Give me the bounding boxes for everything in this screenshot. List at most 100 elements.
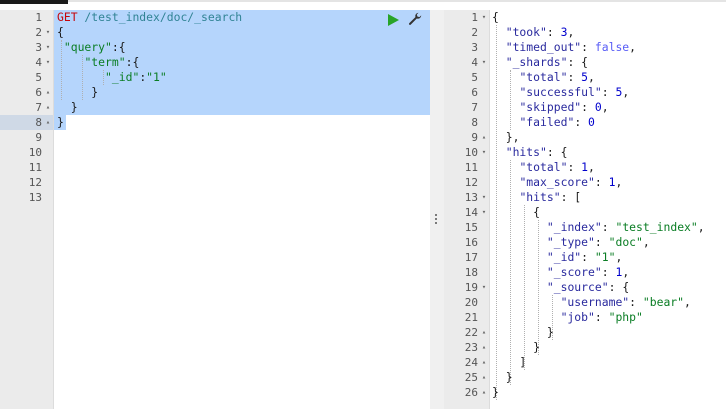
fold-arrow-down-icon[interactable]: ▾ bbox=[480, 190, 488, 205]
fold-arrow-up-icon[interactable]: ▴ bbox=[44, 115, 52, 130]
response-line[interactable]: 10 ▾ "hits": { bbox=[444, 145, 726, 160]
response-line[interactable]: 1 ▾ { bbox=[444, 10, 726, 25]
fold-arrow-down-icon[interactable]: ▾ bbox=[480, 55, 488, 70]
line-number: 5 bbox=[35, 71, 42, 84]
line-number: 12 bbox=[28, 176, 42, 189]
code-text: } bbox=[492, 370, 513, 384]
response-line[interactable]: 17 "_id": "1", bbox=[444, 250, 726, 265]
line-number: 13 bbox=[28, 191, 42, 204]
request-code-lines[interactable]: 1 GET /test_index/doc/_search 2 ▾{3 ▾ "query… bbox=[0, 10, 430, 205]
code-text: "_score": 1, bbox=[546, 265, 630, 279]
fold-arrow-up-icon[interactable]: ▴ bbox=[480, 385, 488, 400]
top-tab-strip-rest bbox=[68, 0, 726, 2]
response-line[interactable]: 19 ▾ "_source": { bbox=[444, 280, 726, 295]
request-line[interactable]: 3 ▾ "query":{ bbox=[0, 40, 430, 55]
request-line[interactable]: 4 ▾ "term":{ bbox=[0, 55, 430, 70]
line-number: 16 bbox=[464, 236, 478, 249]
response-line[interactable]: 6 "successful": 5, bbox=[444, 85, 726, 100]
line-number: 19 bbox=[464, 281, 478, 294]
line-number: 17 bbox=[464, 251, 478, 264]
code-text: "_id": "1", bbox=[546, 250, 623, 264]
response-line[interactable]: 7 "skipped": 0, bbox=[444, 100, 726, 115]
line-number: 22 bbox=[464, 326, 478, 339]
line-number: 12 bbox=[464, 176, 478, 189]
fold-arrow-down-icon[interactable]: ▾ bbox=[44, 25, 52, 40]
code-text: "took": 3, bbox=[505, 25, 575, 39]
response-line[interactable]: 13 ▾ "hits": [ bbox=[444, 190, 726, 205]
response-line[interactable]: 14 ▾ { bbox=[444, 205, 726, 220]
code-text: "timed_out": false, bbox=[505, 40, 637, 54]
response-viewer[interactable]: 1 ▾{2 "took": 3, 3 "timed_out": false, 4 ▾ "… bbox=[444, 10, 726, 409]
line-number: 3 bbox=[471, 41, 478, 54]
code-text: "term":{ bbox=[84, 55, 140, 69]
request-line[interactable]: 7 ▴ } bbox=[0, 100, 430, 115]
code-text: "_source": { bbox=[546, 280, 630, 294]
line-number: 9 bbox=[35, 131, 42, 144]
fold-arrow-down-icon[interactable]: ▾ bbox=[480, 145, 488, 160]
top-bar bbox=[0, 0, 726, 4]
vertical-dots-icon[interactable] bbox=[435, 214, 438, 226]
fold-arrow-up-icon[interactable]: ▴ bbox=[44, 85, 52, 100]
response-line[interactable]: 16 "_type": "doc", bbox=[444, 235, 726, 250]
request-line[interactable]: 12 bbox=[0, 175, 430, 190]
fold-arrow-up-icon[interactable]: ▴ bbox=[480, 130, 488, 145]
fold-arrow-down-icon[interactable]: ▾ bbox=[44, 40, 52, 55]
line-number: 14 bbox=[464, 206, 478, 219]
response-line[interactable]: 25 ▴ } bbox=[444, 370, 726, 385]
response-line[interactable]: 23 ▴ } bbox=[444, 340, 726, 355]
line-number: 18 bbox=[464, 266, 478, 279]
fold-arrow-down-icon[interactable]: ▾ bbox=[480, 10, 488, 25]
line-number: 20 bbox=[464, 296, 478, 309]
response-line[interactable]: 5 "total": 5, bbox=[444, 70, 726, 85]
wrench-icon[interactable] bbox=[408, 12, 422, 26]
fold-arrow-down-icon[interactable]: ▾ bbox=[480, 280, 488, 295]
fold-arrow-up-icon[interactable]: ▴ bbox=[480, 325, 488, 340]
fold-arrow-up-icon[interactable]: ▴ bbox=[44, 100, 52, 115]
response-line[interactable]: 21 "job": "php" bbox=[444, 310, 726, 325]
request-line[interactable]: 11 bbox=[0, 160, 430, 175]
fold-arrow-down-icon[interactable]: ▾ bbox=[44, 55, 52, 70]
pane-resizer[interactable] bbox=[430, 10, 444, 409]
line-number: 15 bbox=[464, 221, 478, 234]
request-line[interactable]: 9 bbox=[0, 130, 430, 145]
response-code-lines[interactable]: 1 ▾{2 "took": 3, 3 "timed_out": false, 4 ▾ "… bbox=[444, 10, 726, 400]
request-line[interactable]: 10 bbox=[0, 145, 430, 160]
code-text: } bbox=[492, 385, 499, 399]
response-line[interactable]: 15 "_index": "test_index", bbox=[444, 220, 726, 235]
response-line[interactable]: 26 ▴} bbox=[444, 385, 726, 400]
line-number: 1 bbox=[471, 11, 478, 24]
response-line[interactable]: 4 ▾ "_shards": { bbox=[444, 55, 726, 70]
response-line[interactable]: 12 "max_score": 1, bbox=[444, 175, 726, 190]
code-text: } bbox=[492, 325, 554, 339]
response-line[interactable]: 24 ▴ ] bbox=[444, 355, 726, 370]
response-line[interactable]: 2 "took": 3, bbox=[444, 25, 726, 40]
code-text: } bbox=[57, 85, 99, 99]
code-text: "hits": { bbox=[505, 145, 568, 159]
response-line[interactable]: 3 "timed_out": false, bbox=[444, 40, 726, 55]
request-line[interactable]: 13 bbox=[0, 190, 430, 205]
response-line[interactable]: 9 ▴ }, bbox=[444, 130, 726, 145]
request-line[interactable]: 1 GET /test_index/doc/_search bbox=[0, 10, 430, 25]
request-line[interactable]: 6 ▴ } bbox=[0, 85, 430, 100]
fold-arrow-up-icon[interactable]: ▴ bbox=[480, 340, 488, 355]
request-line[interactable]: 5 "_id":"1" bbox=[0, 70, 430, 85]
request-editor[interactable]: 1 GET /test_index/doc/_search 2 ▾{3 ▾ "query… bbox=[0, 10, 430, 409]
line-number: 25 bbox=[464, 371, 478, 384]
response-line[interactable]: 20 "username": "bear", bbox=[444, 295, 726, 310]
play-icon[interactable] bbox=[388, 14, 399, 26]
request-line[interactable]: 2 ▾ { bbox=[0, 25, 430, 40]
code-text: "_index": "test_index", bbox=[546, 220, 705, 234]
line-number: 4 bbox=[35, 56, 42, 69]
fold-arrow-up-icon[interactable]: ▴ bbox=[480, 355, 488, 370]
response-line[interactable]: 22 ▴ } bbox=[444, 325, 726, 340]
response-line[interactable]: 8 "failed": 0 bbox=[444, 115, 726, 130]
request-line[interactable]: 8 ▴} bbox=[0, 115, 430, 130]
fold-arrow-up-icon[interactable]: ▴ bbox=[480, 370, 488, 385]
fold-arrow-down-icon[interactable]: ▾ bbox=[480, 205, 488, 220]
response-line[interactable]: 11 "total": 1, bbox=[444, 160, 726, 175]
code-text: }, bbox=[492, 130, 520, 144]
code-text: } bbox=[57, 115, 64, 129]
code-text: GET /test_index/doc/_search bbox=[57, 10, 243, 24]
line-number: 6 bbox=[35, 86, 42, 99]
response-line[interactable]: 18 "_score": 1, bbox=[444, 265, 726, 280]
